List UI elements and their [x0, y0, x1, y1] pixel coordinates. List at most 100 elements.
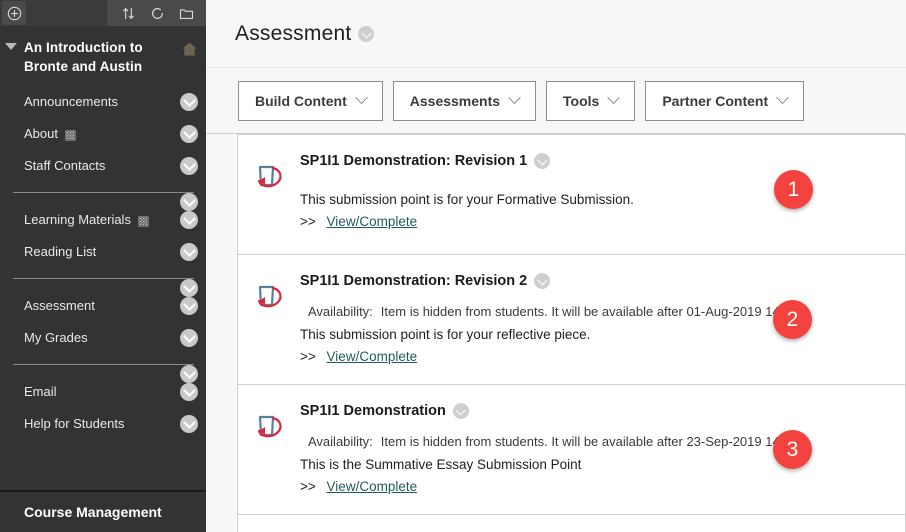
- sidebar-item-announcements[interactable]: Announcements: [0, 86, 206, 118]
- content-item-menu-icon[interactable]: [452, 403, 469, 419]
- sidebar-item-label: Email: [24, 384, 57, 399]
- sidebar-item-staff-contacts[interactable]: Staff Contacts: [0, 150, 206, 182]
- availability-text: Item is hidden from students. It will be…: [380, 434, 802, 449]
- sidebar-item-label: Staff Contacts: [24, 158, 106, 173]
- link-prefix: >>: [300, 214, 316, 229]
- sort-updown-icon[interactable]: [121, 6, 136, 21]
- content-item-title[interactable]: SP1I1 Demonstration: [300, 401, 446, 421]
- chevron-down-icon: [508, 91, 521, 105]
- sidebar-item-label: Reading List: [24, 244, 97, 259]
- sidebar-toolbar-actions: [107, 0, 206, 26]
- content-item-link-line: >> View/Complete: [300, 476, 887, 497]
- sidebar-item-label: Learning Materials: [24, 212, 131, 227]
- content-item-body: SP1I1 Demonstration: Revision 2 Availabi…: [300, 271, 905, 370]
- content-item-icon: [238, 271, 300, 370]
- content-item-title-line: SP1I1 Demonstration: Revision 1: [300, 151, 887, 171]
- action-bar: Build Content Assessments Tools Partner …: [206, 68, 906, 134]
- content-item-body: SP1I1 Demonstration: Revision 1 This sub…: [300, 151, 905, 240]
- sidebar-item-label: About: [24, 126, 58, 141]
- chevron-down-circle-icon[interactable]: [180, 211, 198, 229]
- link-prefix: >>: [300, 479, 316, 494]
- sidebar-toolbar: [0, 0, 206, 26]
- sidebar-item-label: My Grades: [24, 330, 88, 345]
- content-item-menu-icon[interactable]: [534, 153, 551, 169]
- chevron-down-icon: [607, 91, 621, 105]
- content-item-menu-icon[interactable]: [534, 273, 551, 289]
- availability-label: Availability:: [308, 434, 373, 449]
- content-item-title[interactable]: SP1I1 Demonstration: Revision 1: [300, 151, 527, 171]
- button-label: Partner Content: [662, 92, 769, 109]
- assessments-button[interactable]: Assessments: [392, 80, 537, 121]
- chevron-down-circle-icon[interactable]: [180, 297, 198, 315]
- chevron-down-circle-icon[interactable]: [180, 157, 198, 175]
- sidebar-item-label: Announcements: [24, 94, 118, 109]
- sidebar-divider: [0, 268, 206, 297]
- sidebar-item-learning-materials[interactable]: Learning Materials: [0, 204, 206, 236]
- partner-content-button[interactable]: Partner Content: [645, 80, 805, 121]
- sidebar-item-reading-list[interactable]: Reading List: [0, 236, 206, 268]
- course-management-section[interactable]: Course Management: [0, 490, 206, 532]
- availability-text: Item is hidden from students. It will be…: [380, 304, 802, 319]
- sidebar-item-about[interactable]: About: [0, 118, 206, 150]
- annotation-badge-3: 3: [773, 430, 812, 469]
- turnitin-icon: [249, 279, 289, 319]
- chevron-down-circle-icon[interactable]: [180, 93, 198, 111]
- content-item-link-line: >> View/Complete: [300, 211, 887, 232]
- chevron-down-circle-icon[interactable]: [180, 415, 198, 433]
- content-item-icon: [238, 151, 300, 240]
- link-prefix: >>: [300, 349, 316, 364]
- sidebar-divider: [0, 182, 206, 211]
- content-item-title[interactable]: SP1I1 Demonstration: Revision 2: [300, 271, 527, 291]
- content-item-list: SP1I1 Demonstration: Revision 1 This sub…: [237, 134, 906, 532]
- page-header: Assessment: [206, 0, 906, 68]
- chevron-down-icon: [354, 91, 368, 105]
- chevron-down-icon: [776, 91, 790, 105]
- divider-line: [13, 364, 194, 365]
- chevron-down-circle-icon[interactable]: [180, 125, 198, 143]
- course-title-text: An Introduction to Bronte and Austin: [24, 40, 143, 74]
- view-complete-link[interactable]: View/Complete: [327, 479, 418, 494]
- turnitin-icon: [249, 159, 289, 199]
- divider-line: [13, 192, 194, 193]
- tools-button[interactable]: Tools: [546, 80, 636, 121]
- button-label: Tools: [563, 92, 600, 109]
- build-content-button[interactable]: Build Content: [238, 80, 383, 121]
- page-title: Assessment: [235, 21, 352, 45]
- button-label: Assessments: [409, 92, 501, 109]
- divider-line: [13, 278, 194, 279]
- chevron-down-circle-icon[interactable]: [180, 243, 198, 261]
- add-circle-icon[interactable]: [2, 1, 26, 25]
- sidebar-item-label: Assessment: [24, 298, 95, 313]
- course-menu-sidebar: An Introduction to Bronte and Austin Ann…: [0, 0, 206, 532]
- availability-label: Availability:: [308, 304, 373, 319]
- sidebar-item-email[interactable]: Email: [0, 376, 206, 408]
- content-item-row: SP1I1 Demonstration: Revision 1 This sub…: [238, 135, 905, 255]
- view-complete-link[interactable]: View/Complete: [327, 349, 418, 364]
- sidebar-item-assessment[interactable]: Assessment: [0, 290, 206, 322]
- course-management-label: Course Management: [24, 504, 162, 520]
- course-nav-list: Announcements About Staff Contacts Learn…: [0, 86, 206, 440]
- sidebar-divider: [0, 354, 206, 383]
- content-item-title-line: SP1I1 Demonstration: Revision 2: [300, 271, 887, 291]
- content-item-icon: [238, 401, 300, 500]
- annotation-badge-1: 1: [774, 170, 813, 209]
- chevron-down-circle-icon[interactable]: [180, 383, 198, 401]
- home-icon[interactable]: [181, 41, 198, 57]
- grid-icon: [137, 215, 149, 227]
- grid-icon: [64, 129, 76, 141]
- sidebar-item-label: Help for Students: [24, 416, 125, 431]
- annotation-badge-2: 2: [773, 300, 812, 339]
- button-label: Build Content: [255, 92, 347, 109]
- chevron-down-circle-icon[interactable]: [180, 329, 198, 347]
- sidebar-item-help-for-students[interactable]: Help for Students: [0, 408, 206, 440]
- refresh-icon[interactable]: [150, 6, 165, 21]
- sidebar-item-my-grades[interactable]: My Grades: [0, 322, 206, 354]
- content-item-body: SP1I1 Demonstration Availability: Item is…: [300, 401, 905, 500]
- content-item-title-line: SP1I1 Demonstration: [300, 401, 887, 421]
- course-menu-collapse-toggle[interactable]: [5, 43, 17, 50]
- view-complete-link[interactable]: View/Complete: [327, 214, 418, 229]
- app-root: An Introduction to Bronte and Austin Ann…: [0, 0, 906, 532]
- page-title-menu-icon[interactable]: [358, 25, 375, 42]
- folder-icon[interactable]: [179, 6, 194, 21]
- content-item-row: SP1I1 Demonstration Availability: Item is…: [238, 385, 905, 515]
